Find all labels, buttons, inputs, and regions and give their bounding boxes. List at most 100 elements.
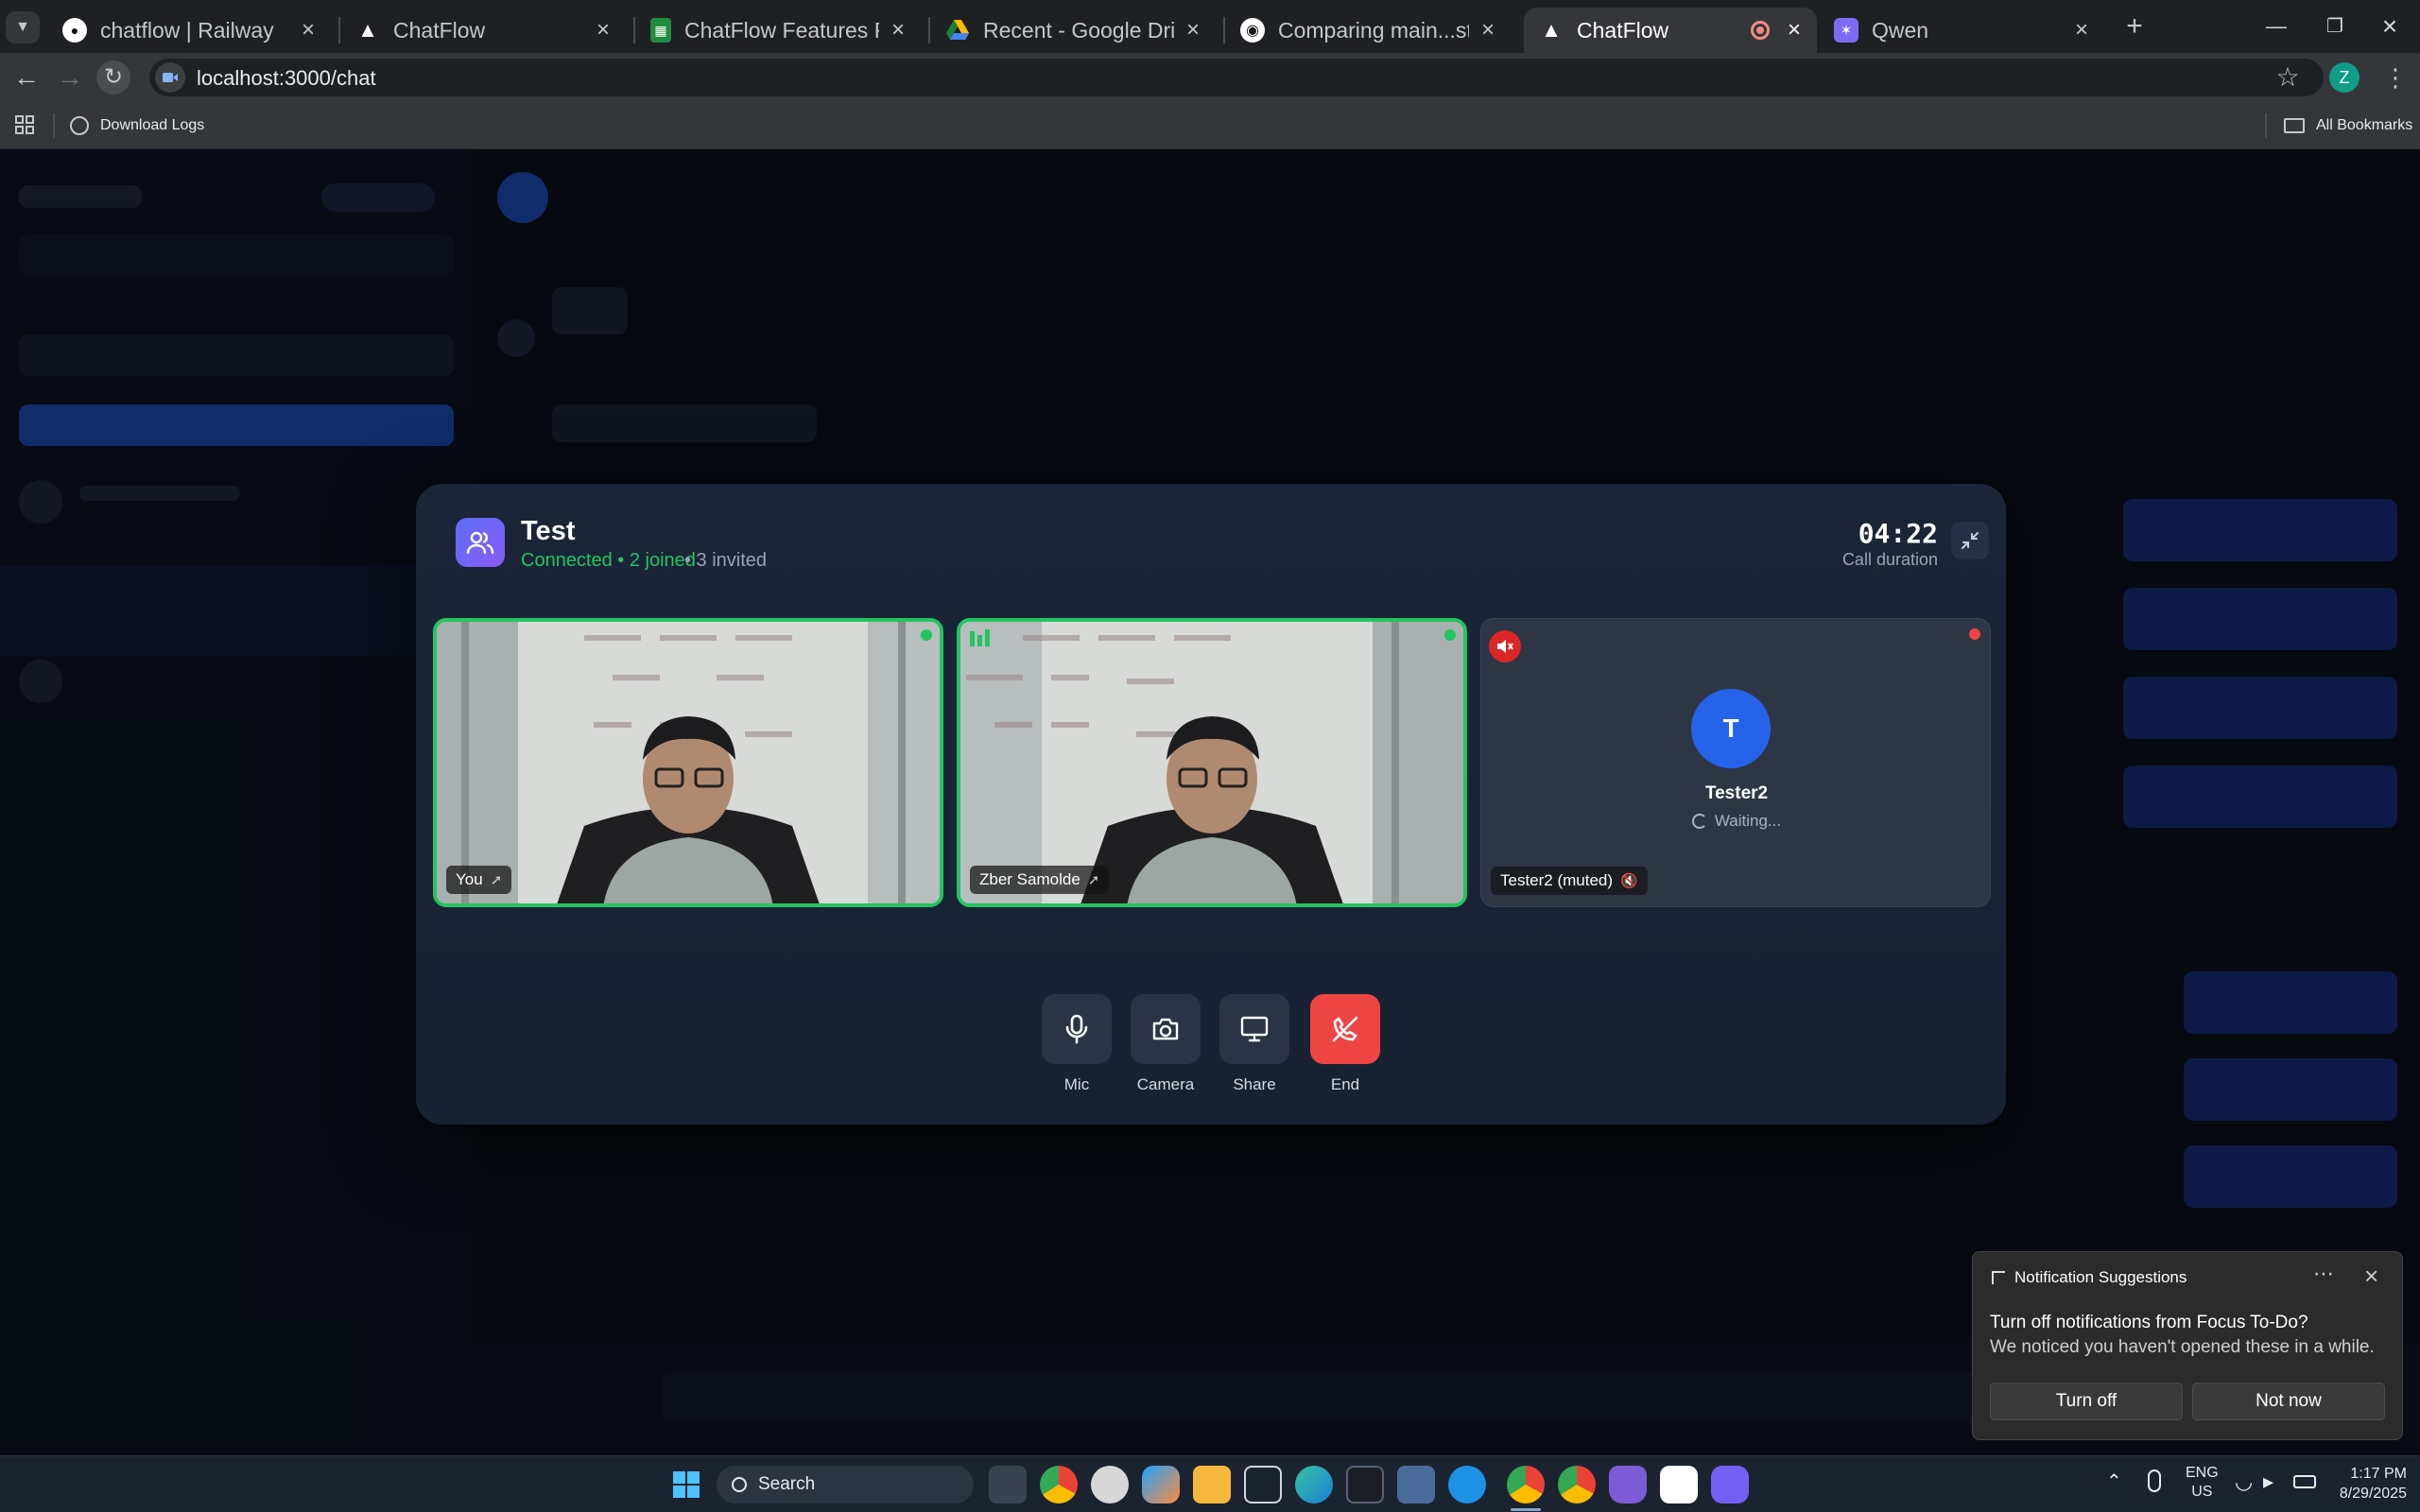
- browser-menu-icon[interactable]: ⋮: [2377, 60, 2414, 94]
- bookmark-download-logs[interactable]: Download Logs: [70, 112, 204, 140]
- close-tab-icon[interactable]: ×: [297, 19, 320, 42]
- participant-name: Tester2 (muted): [1500, 871, 1614, 889]
- all-bookmarks-folder[interactable]: All Bookmarks: [2284, 112, 2412, 140]
- restore-window-icon[interactable]: ❐: [2307, 9, 2363, 43]
- call-modal: Test Connected • 2 joined • 3 invited 04…: [416, 484, 2006, 1125]
- tab-github[interactable]: ◉ Comparing main...staging · aio-zbe ×: [1225, 8, 1511, 53]
- apps-grid-icon[interactable]: [15, 115, 34, 134]
- google-drive-icon: [945, 18, 970, 43]
- chrome-icon[interactable]: [1040, 1466, 1078, 1503]
- minimize-arrows-icon: [1962, 532, 1979, 549]
- muted-icon: 🔇: [1620, 873, 1638, 889]
- close-tab-icon[interactable]: ×: [1783, 19, 1806, 42]
- tab-google-drive[interactable]: Recent - Google Drive ×: [930, 8, 1216, 53]
- tab-qwen[interactable]: ✶ Qwen ×: [1819, 8, 2104, 53]
- show-hidden-icons[interactable]: ⌃: [2106, 1469, 2122, 1493]
- calculator-icon[interactable]: [1397, 1466, 1435, 1503]
- recording-icon: [1751, 21, 1770, 40]
- video-feed-image: [960, 622, 1463, 903]
- copilot-icon[interactable]: [1142, 1466, 1180, 1503]
- chrome-secondary-icon[interactable]: [1558, 1466, 1596, 1503]
- participant-display-name: Tester2: [1704, 783, 1769, 803]
- search-placeholder: Search: [758, 1474, 816, 1494]
- back-icon[interactable]: ←: [8, 60, 45, 94]
- participant-tile-zber-samolde[interactable]: Zber Samolde ➚: [957, 618, 1467, 907]
- language-indicator[interactable]: ENG US: [2186, 1464, 2219, 1502]
- notification-app-icon: [1992, 1271, 2005, 1284]
- participant-tile-you[interactable]: You ➚: [433, 618, 943, 907]
- windows-start-icon[interactable]: [667, 1466, 705, 1503]
- audio-level-icon: [970, 629, 990, 646]
- tab-chatflow[interactable]: ▲ ChatFlow ×: [340, 8, 626, 53]
- obsidian-icon[interactable]: [1609, 1466, 1647, 1503]
- taskbar-search-box[interactable]: Search: [717, 1466, 974, 1503]
- not-now-button[interactable]: Not now: [2192, 1383, 2385, 1420]
- minimize-window-icon[interactable]: —: [2248, 9, 2305, 43]
- edge-icon[interactable]: [1295, 1466, 1333, 1503]
- camera-button[interactable]: [1131, 994, 1201, 1064]
- terminal-icon[interactable]: [1346, 1466, 1384, 1503]
- forward-icon[interactable]: →: [51, 60, 89, 94]
- call-invited-count: • 3 invited: [684, 550, 768, 571]
- tab-search-chevron-icon[interactable]: ▼: [6, 11, 40, 43]
- end-call-button[interactable]: [1310, 994, 1380, 1064]
- minimize-call-button[interactable]: [1951, 522, 1989, 559]
- speaking-indicator: [921, 629, 932, 641]
- new-tab-icon[interactable]: +: [2116, 9, 2153, 43]
- notification-body: We noticed you haven't opened these in a…: [1990, 1337, 2375, 1357]
- participant-name: Zber Samolde: [979, 870, 1080, 888]
- camera-app-icon[interactable]: [1244, 1466, 1282, 1503]
- monitor-icon: [1240, 1016, 1269, 1042]
- close-tab-icon[interactable]: ×: [887, 19, 909, 42]
- close-tab-icon[interactable]: ×: [2070, 19, 2093, 42]
- chrome-profile-icon[interactable]: [1507, 1466, 1545, 1503]
- volume-icon[interactable]: ▸: [2263, 1469, 2273, 1494]
- tab-title: Qwen: [1872, 17, 1929, 43]
- bookmark-label: Download Logs: [100, 117, 205, 133]
- pin-icon: ➚: [1087, 872, 1100, 888]
- file-explorer-icon[interactable]: [1193, 1466, 1231, 1503]
- tab-google-sheets[interactable]: ▦ ChatFlow Features Report - Google ×: [635, 8, 921, 53]
- docker-icon[interactable]: [1448, 1466, 1486, 1503]
- notification-title: Turn off notifications from Focus To-Do?: [1990, 1313, 2308, 1332]
- end-call-icon: [1332, 1016, 1358, 1042]
- url-text[interactable]: localhost:3000/chat: [197, 66, 376, 91]
- close-tab-icon[interactable]: ×: [1477, 19, 1499, 42]
- language-code: ENG: [2186, 1465, 2219, 1481]
- reload-icon[interactable]: ↻: [96, 60, 130, 94]
- close-notification-icon[interactable]: ×: [2364, 1262, 2378, 1291]
- wifi-icon[interactable]: ◡: [2235, 1469, 2253, 1494]
- turn-off-button[interactable]: Turn off: [1990, 1383, 2183, 1420]
- close-tab-icon[interactable]: ×: [592, 19, 614, 42]
- system-clock[interactable]: 1:17 PM 8/29/2025: [2331, 1464, 2407, 1503]
- task-view-icon[interactable]: [989, 1466, 1027, 1503]
- profile-avatar[interactable]: Z: [2329, 62, 2360, 93]
- all-bookmarks-label: All Bookmarks: [2316, 117, 2413, 133]
- chatflow-icon: ▲: [357, 18, 378, 42]
- windows-taskbar: Search ⌃ ENG US ◡ ▸ 1:17 PM 8/29/2025: [0, 1455, 2420, 1512]
- call-status: Connected • 2 joined: [521, 550, 696, 571]
- mic-button[interactable]: [1042, 994, 1112, 1064]
- bookmark-star-icon[interactable]: ☆: [2269, 60, 2307, 94]
- site-info-icon[interactable]: [155, 62, 185, 93]
- participant-tile-tester2[interactable]: T Tester2 Waiting... Tester2 (muted) 🔇: [1480, 618, 1991, 907]
- mic-label: Mic: [1063, 1075, 1090, 1093]
- bookmarks-bar: Download Logs All Bookmarks: [0, 102, 2420, 149]
- chatgpt-icon[interactable]: [1660, 1466, 1698, 1503]
- close-tab-icon[interactable]: ×: [1182, 19, 1204, 42]
- call-duration: 04:22: [1858, 518, 1938, 549]
- close-window-icon[interactable]: ×: [2361, 9, 2418, 43]
- share-screen-button[interactable]: [1219, 994, 1289, 1064]
- clock-app-icon[interactable]: [1091, 1466, 1129, 1503]
- omnibox[interactable]: localhost:3000/chat: [149, 59, 2324, 96]
- more-options-icon[interactable]: ⋯: [2313, 1262, 2334, 1286]
- battery-icon[interactable]: [2293, 1475, 2316, 1488]
- microphone-tray-icon[interactable]: [2148, 1469, 2161, 1492]
- tab-railway[interactable]: ● chatflow | Railway ×: [47, 8, 331, 53]
- status-text: Waiting...: [1714, 812, 1782, 830]
- viber-icon[interactable]: [1711, 1466, 1749, 1503]
- video-feed-image: [437, 622, 940, 903]
- tab-chatflow-active[interactable]: ▲ ChatFlow ×: [1524, 8, 1817, 53]
- google-sheets-icon: ▦: [650, 18, 671, 43]
- participant-name-tag: Zber Samolde ➚: [970, 866, 1110, 894]
